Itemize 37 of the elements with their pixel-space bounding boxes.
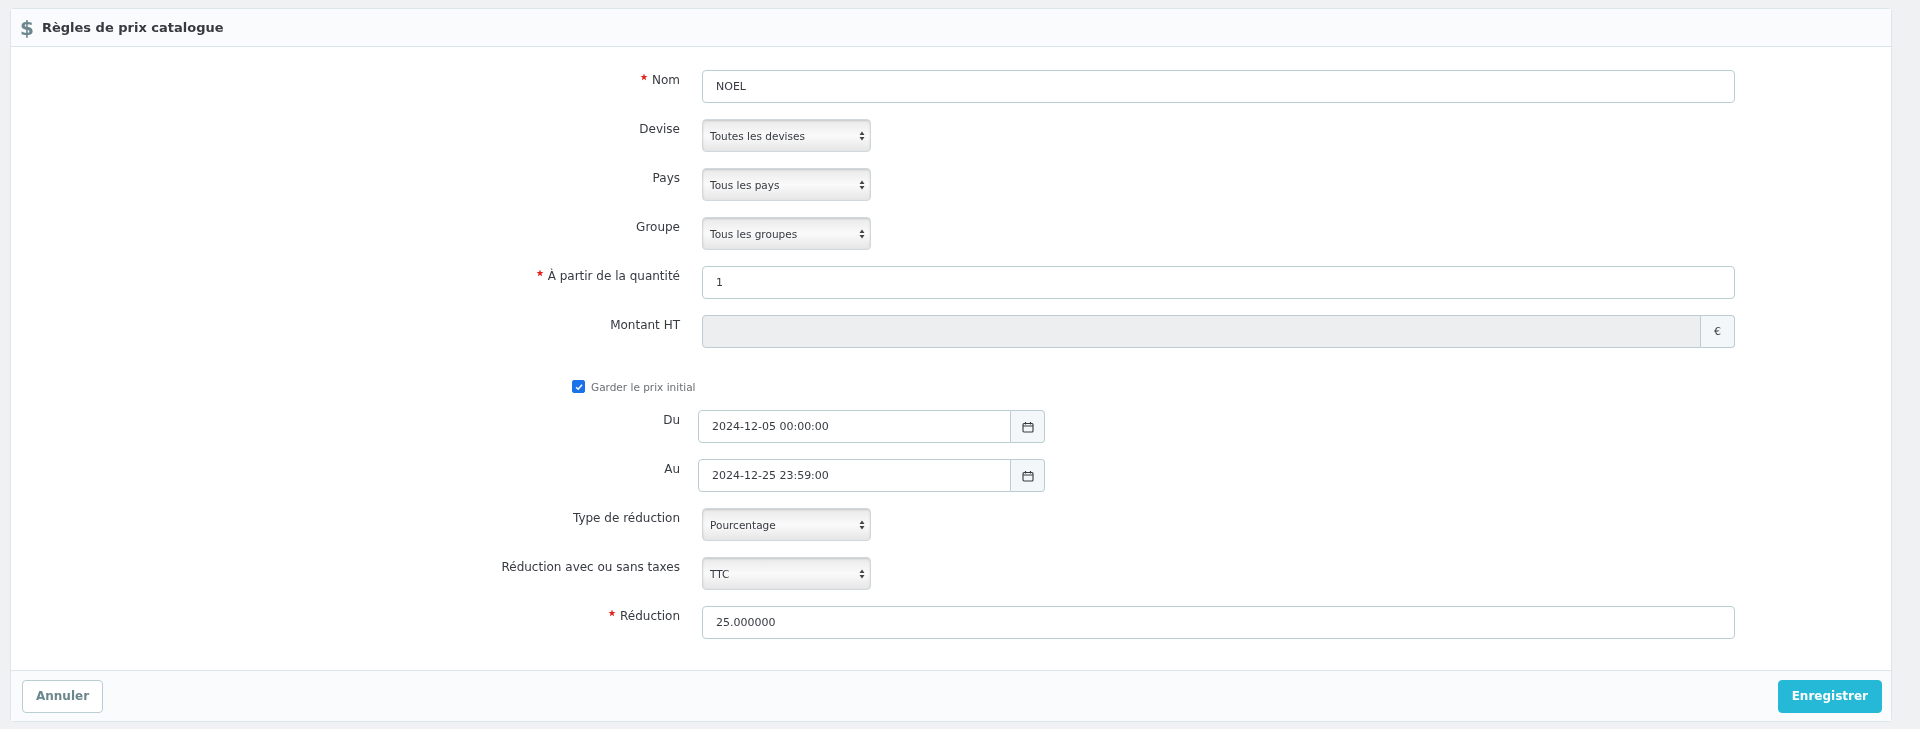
date-field[interactable]: 2024-12-25 23:59:00 [698, 459, 1011, 492]
field-label: Nom [652, 72, 680, 88]
field-label: À partir de la quantité [547, 268, 680, 284]
field-label: Montant HT [610, 317, 680, 333]
dollar-icon: $ [20, 15, 34, 40]
updown-icon [859, 568, 865, 579]
updown-icon [859, 179, 865, 190]
text-field[interactable]: 1 [702, 266, 1735, 299]
select-dropdown[interactable]: Tous les groupes [702, 217, 871, 250]
select-dropdown[interactable]: Tous les pays [702, 168, 871, 201]
calendar-icon [1021, 469, 1034, 482]
checkbox-label: Garder le prix initial [591, 380, 696, 393]
cancel-button[interactable]: Annuler [22, 679, 104, 713]
date-field[interactable]: 2024-12-05 00:00:00 [698, 410, 1011, 443]
field-label: Réduction [620, 608, 680, 624]
checkbox[interactable] [572, 380, 585, 393]
select-dropdown[interactable]: Pourcentage [702, 508, 871, 541]
amount-field[interactable] [702, 315, 1701, 348]
updown-icon [859, 228, 865, 239]
field-label: Groupe [636, 219, 680, 235]
calendar-button[interactable] [1011, 459, 1045, 492]
calendar-icon [1021, 420, 1034, 433]
text-field[interactable]: NOEL [702, 70, 1735, 103]
select-dropdown[interactable]: Toutes les devises [702, 119, 871, 152]
panel-title: Règles de prix catalogue [41, 20, 224, 35]
updown-icon [859, 130, 865, 141]
updown-icon [859, 519, 865, 530]
field-label: Au [664, 461, 680, 477]
field-label: Devise [639, 121, 680, 137]
text-field[interactable]: 25.000000 [702, 606, 1735, 639]
currency-addon: € [1701, 315, 1735, 348]
select-dropdown[interactable]: TTC [702, 557, 871, 590]
field-label: Pays [652, 170, 680, 186]
field-label: Réduction avec ou sans taxes [501, 559, 680, 575]
field-label: Type de réduction [572, 510, 680, 526]
calendar-button[interactable] [1011, 410, 1045, 443]
field-label: Du [663, 412, 680, 428]
